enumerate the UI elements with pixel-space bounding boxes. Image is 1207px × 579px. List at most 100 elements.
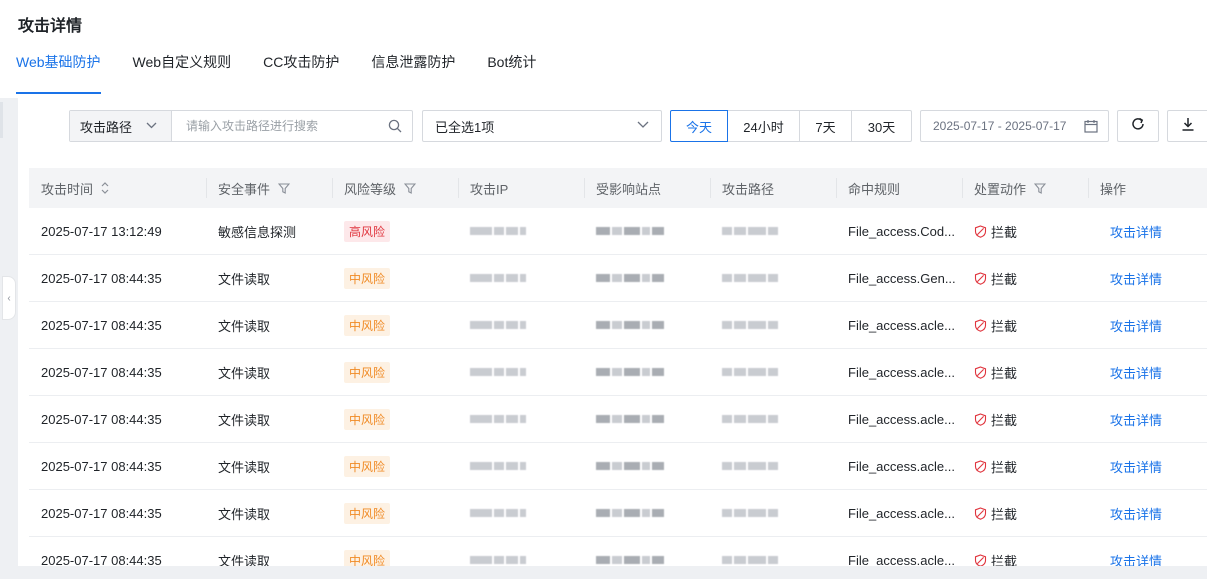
redacted-path	[722, 368, 778, 376]
cell-operation: 攻击详情	[1088, 302, 1207, 348]
range-30d-button[interactable]: 30天	[852, 110, 912, 142]
attack-detail-link[interactable]: 攻击详情	[1110, 410, 1162, 429]
redacted-ip	[470, 415, 526, 423]
shield-block-icon	[974, 271, 987, 285]
range-24h-button[interactable]: 24小时	[728, 110, 800, 142]
filter-icon[interactable]	[1034, 182, 1047, 194]
search-icon[interactable]	[388, 119, 402, 133]
left-strip-mark	[0, 102, 3, 138]
redacted-ip	[470, 509, 526, 517]
cell-affected-site-redacted	[584, 537, 710, 566]
risk-badge: 中风险	[344, 549, 391, 566]
col-attack-time[interactable]: 攻击时间	[29, 168, 206, 208]
filter-icon[interactable]	[278, 182, 291, 194]
redacted-site	[596, 509, 664, 517]
sort-icon[interactable]	[101, 182, 109, 194]
redacted-ip	[470, 274, 526, 282]
chevron-down-icon	[146, 120, 157, 132]
cell-attack-time: 2025-07-17 08:44:35	[41, 411, 162, 427]
action-block: 拦截	[974, 222, 1017, 241]
filter-icon[interactable]	[404, 182, 417, 194]
cell-attack-time: 2025-07-17 08:44:35	[41, 270, 162, 286]
event-multi-select[interactable]: 已全选1项	[422, 110, 662, 142]
cell-affected-site-redacted	[584, 349, 710, 395]
time-range-group: 今天 24小时 7天 30天	[670, 110, 912, 142]
attack-detail-link[interactable]: 攻击详情	[1110, 363, 1162, 382]
col-risk-level: 风险等级	[332, 168, 458, 208]
field-select-value: 攻击路径	[80, 119, 133, 135]
download-button[interactable]	[1167, 110, 1207, 142]
attack-detail-link[interactable]: 攻击详情	[1110, 316, 1162, 335]
cell-security-event: 文件读取	[218, 459, 271, 475]
redacted-site	[596, 227, 664, 235]
tab-web-basic-protection[interactable]: Web基础防护	[0, 48, 117, 94]
redacted-path	[722, 415, 778, 423]
attack-detail-link[interactable]: 攻击详情	[1110, 504, 1162, 523]
path-search-input[interactable]	[186, 112, 386, 140]
range-today-button[interactable]: 今天	[670, 110, 728, 142]
table-row: 2025-07-17 08:44:35 文件读取 中风险 File_access…	[29, 255, 1207, 302]
multi-select-value: 已全选1项	[435, 119, 495, 135]
redacted-site	[596, 274, 664, 282]
table-header: 攻击时间 安全事件 风险等级 攻击IP 受影响站点 攻击路径 命中规则 处置动作…	[29, 168, 1207, 208]
redacted-path	[722, 321, 778, 329]
risk-badge: 中风险	[344, 314, 391, 336]
cell-risk-level: 中风险	[332, 349, 458, 395]
cell-security-event: 文件读取	[218, 271, 271, 287]
redacted-ip	[470, 556, 526, 564]
attack-detail-link[interactable]: 攻击详情	[1110, 222, 1162, 241]
cell-attack-ip-redacted	[458, 255, 584, 301]
risk-badge: 中风险	[344, 455, 391, 477]
attack-detail-link[interactable]: 攻击详情	[1110, 269, 1162, 288]
tab-cc-attack-protection[interactable]: CC攻击防护	[247, 48, 355, 88]
shield-block-icon	[974, 506, 987, 520]
refresh-button[interactable]	[1117, 110, 1159, 142]
col-attack-ip: 攻击IP	[458, 168, 584, 208]
collapse-sidebar-handle[interactable]: ‹	[2, 276, 16, 320]
left-strip	[0, 98, 18, 579]
cell-disposal-action: 拦截	[962, 443, 1088, 489]
cell-hit-rule: File_access.acle...	[848, 317, 955, 333]
cell-attack-time: 2025-07-17 08:44:35	[41, 505, 162, 521]
col-operation: 操作	[1088, 168, 1207, 208]
cell-risk-level: 中风险	[332, 537, 458, 566]
cell-affected-site-redacted	[584, 490, 710, 536]
table-row: 2025-07-17 13:12:49 敏感信息探测 高风险 File_acce…	[29, 208, 1207, 255]
refresh-icon	[1130, 116, 1146, 137]
field-select[interactable]: 攻击路径	[70, 111, 172, 141]
tab-web-custom-rules[interactable]: Web自定义规则	[117, 48, 248, 88]
tab-bot-stats[interactable]: Bot统计	[471, 48, 552, 88]
redacted-site	[596, 368, 664, 376]
cell-operation: 攻击详情	[1088, 208, 1207, 254]
cell-attack-time: 2025-07-17 08:44:35	[41, 552, 162, 567]
cell-disposal-action: 拦截	[962, 537, 1088, 566]
attack-detail-link[interactable]: 攻击详情	[1110, 457, 1162, 476]
attack-detail-link[interactable]: 攻击详情	[1110, 551, 1162, 567]
action-block: 拦截	[974, 504, 1017, 523]
calendar-icon	[1084, 119, 1098, 133]
cell-attack-path-redacted	[710, 443, 836, 489]
chevron-down-icon	[637, 118, 649, 132]
cell-disposal-action: 拦截	[962, 302, 1088, 348]
action-block: 拦截	[974, 457, 1017, 476]
cell-security-event: 文件读取	[218, 553, 271, 567]
cell-operation: 攻击详情	[1088, 490, 1207, 536]
col-hit-rule: 命中规则	[836, 168, 962, 208]
redacted-ip	[470, 462, 526, 470]
col-attack-path: 攻击路径	[710, 168, 836, 208]
cell-affected-site-redacted	[584, 208, 710, 254]
cell-disposal-action: 拦截	[962, 255, 1088, 301]
cell-disposal-action: 拦截	[962, 208, 1088, 254]
cell-security-event: 文件读取	[218, 506, 271, 522]
redacted-path	[722, 509, 778, 517]
cell-disposal-action: 拦截	[962, 396, 1088, 442]
range-7d-button[interactable]: 7天	[800, 110, 852, 142]
cell-hit-rule: File_access.acle...	[848, 552, 955, 567]
date-range-picker[interactable]: 2025-07-17 - 2025-07-17	[920, 110, 1109, 142]
cell-disposal-action: 拦截	[962, 490, 1088, 536]
redacted-path	[722, 227, 778, 235]
cell-risk-level: 高风险	[332, 208, 458, 254]
shield-block-icon	[974, 318, 987, 332]
tab-info-leak-protection[interactable]: 信息泄露防护	[355, 48, 471, 88]
table-row: 2025-07-17 08:44:35 文件读取 中风险 File_access…	[29, 443, 1207, 490]
